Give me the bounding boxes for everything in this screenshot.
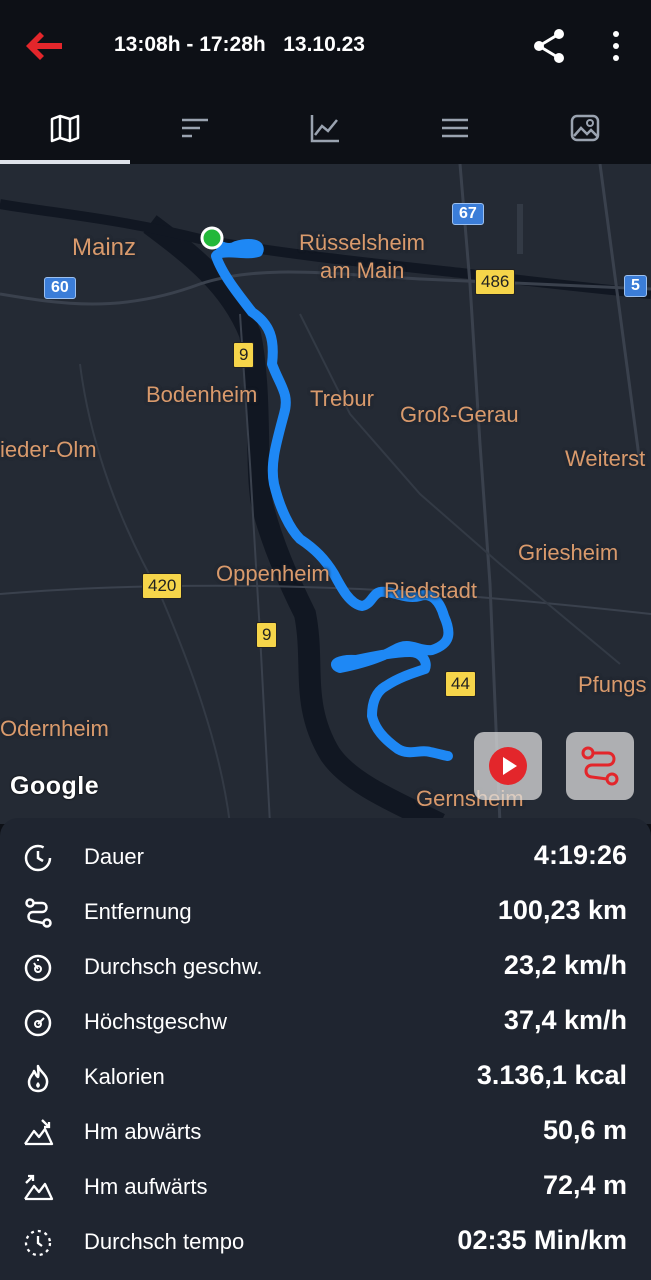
road-sign: 44: [445, 671, 476, 697]
stat-row-ascent: Hm aufwärts 72,4 m: [0, 1160, 651, 1215]
road-sign: 420: [142, 573, 183, 599]
descent-icon: [24, 1119, 54, 1146]
stat-label: Hm abwärts: [84, 1119, 202, 1144]
place-label: Oppenheim: [216, 561, 330, 586]
list-icon: [442, 118, 468, 138]
share-icon[interactable]: [530, 26, 570, 66]
play-icon: [489, 747, 527, 785]
road-sign: 486: [475, 269, 516, 295]
stat-label: Höchstgeschw: [84, 1009, 228, 1034]
road-sign: 9: [256, 622, 278, 648]
tab-bar: [0, 92, 651, 164]
stat-row-max-speed: Höchstgeschw 37,4 km/h: [0, 995, 651, 1050]
stat-row-pace: Durchsch tempo 02:35 Min/km: [0, 1215, 651, 1270]
distance-icon: [25, 898, 52, 928]
stat-label: Hm aufwärts: [84, 1174, 208, 1199]
stat-value: 72,4 m: [542, 1170, 627, 1200]
image-icon: [570, 114, 600, 142]
play-route-button[interactable]: [474, 732, 542, 800]
stat-value: 37,4 km/h: [503, 1005, 627, 1035]
back-arrow-icon[interactable]: [22, 26, 66, 66]
tab-list[interactable]: [390, 92, 520, 164]
place-label: am Main: [320, 258, 405, 283]
road-sign: 9: [233, 342, 255, 368]
activity-time-title: 13:08h - 17:28h 13.10.23: [114, 33, 365, 56]
stat-value: 02:35 Min/km: [457, 1225, 627, 1255]
flame-icon: [27, 1064, 49, 1093]
stat-row-duration: Dauer 4:19:26: [0, 830, 651, 885]
stat-label: Kalorien: [84, 1064, 165, 1089]
place-label: Pfungs: [578, 672, 647, 697]
place-label: Groß-Gerau: [400, 402, 519, 427]
stat-row-avg-speed: Durchsch geschw. 23,2 km/h: [0, 940, 651, 995]
highway-shield: 5: [624, 275, 647, 297]
place-label: Rüsselsheim: [299, 230, 425, 255]
timer-icon: [24, 844, 52, 872]
map-icon: [50, 114, 80, 143]
chart-icon: [310, 115, 339, 143]
stats-panel: Dauer 4:19:26 Entfernung 100,23 km Durch…: [0, 818, 651, 1280]
stat-value: 100,23 km: [497, 895, 627, 925]
route-icon: [581, 746, 619, 786]
more-vertical-icon[interactable]: [602, 26, 630, 66]
place-label: Griesheim: [518, 540, 619, 565]
start-marker: [200, 226, 224, 250]
stat-label: Entfernung: [84, 899, 192, 924]
stat-row-descent: Hm abwärts 50,6 m: [0, 1105, 651, 1160]
stat-label: Dauer: [84, 844, 144, 869]
place-label: Mainz: [72, 234, 137, 261]
stat-value: 23,2 km/h: [503, 950, 627, 980]
speedometer-icon: [24, 954, 52, 982]
route-map[interactable]: Mainz Rüsselsheim am Main Bodenheim Treb…: [0, 164, 651, 824]
place-label: Trebur: [310, 386, 374, 411]
stat-row-distance: Entfernung 100,23 km: [0, 885, 651, 940]
stat-value: 50,6 m: [542, 1115, 627, 1145]
place-label: ieder-Olm: [0, 437, 97, 462]
summary-lines-icon: [182, 118, 208, 138]
tab-summary[interactable]: [130, 92, 260, 164]
stat-label: Durchsch geschw.: [84, 954, 263, 979]
route-toggle-button[interactable]: [566, 732, 634, 800]
highway-shield: 67: [452, 203, 484, 225]
app-bar: 13:08h - 17:28h 13.10.23: [0, 0, 651, 92]
tab-chart[interactable]: [260, 92, 390, 164]
google-attribution: Google: [10, 772, 100, 800]
tab-map[interactable]: [0, 92, 130, 164]
place-label: Bodenheim: [146, 382, 258, 407]
place-label: Weiterst: [565, 446, 646, 471]
highway-shield: 60: [44, 277, 76, 299]
stat-label: Durchsch tempo: [84, 1229, 245, 1254]
ascent-icon: [24, 1174, 54, 1201]
stat-value: 4:19:26: [533, 840, 627, 870]
stat-value: 3.136,1 kcal: [476, 1060, 627, 1090]
speedometer-max-icon: [24, 1009, 52, 1037]
stat-row-calories: Kalorien 3.136,1 kcal: [0, 1050, 651, 1105]
tab-photos[interactable]: [520, 92, 650, 164]
place-label: Riedstadt: [384, 578, 477, 603]
place-label: Odernheim: [0, 716, 109, 741]
pace-icon: [24, 1229, 52, 1257]
